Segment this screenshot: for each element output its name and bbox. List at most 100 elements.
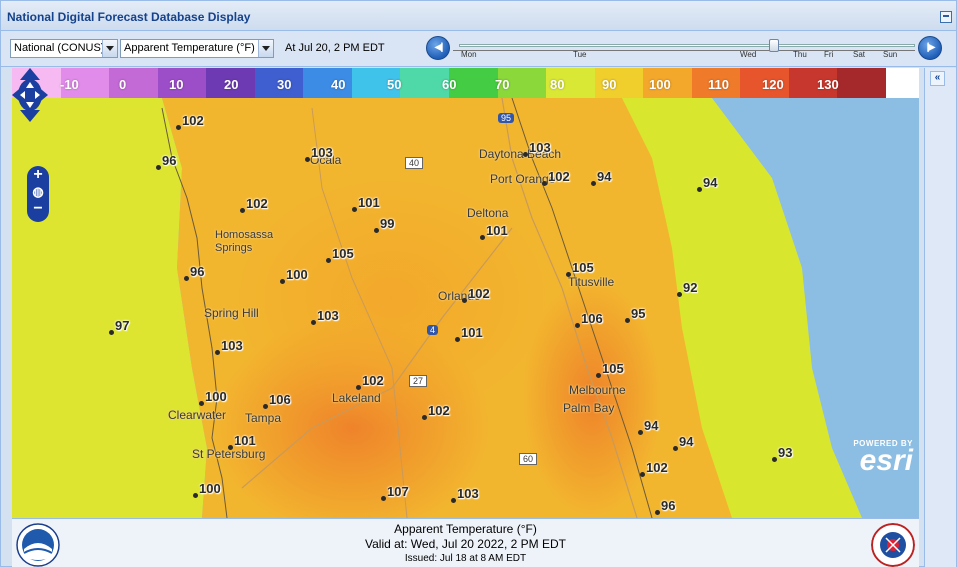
forecast-point[interactable] [228, 445, 233, 450]
element-select-value: Apparent Temperature (°F) [124, 42, 255, 54]
step-back-icon: ◀| [434, 42, 444, 53]
chevron-down-icon[interactable] [258, 40, 273, 57]
forecast-point[interactable] [455, 337, 460, 342]
forecast-point[interactable] [422, 415, 427, 420]
forecast-point[interactable] [311, 320, 316, 325]
forecast-point[interactable] [199, 401, 204, 406]
caption-issued: Issued: Jul 18 at 8 AM EDT [404, 553, 527, 564]
interstate-shield: 95 [498, 113, 515, 123]
forecast-point[interactable] [156, 165, 161, 170]
slider-track[interactable] [459, 44, 915, 47]
forecast-value: 102 [548, 169, 570, 184]
region-select[interactable]: National (CONUS) [10, 39, 118, 58]
forecast-value: 101 [358, 195, 380, 210]
zoom-out-button[interactable]: − [30, 201, 46, 218]
legend-label: 30 [277, 77, 292, 92]
forecast-point[interactable] [697, 187, 702, 192]
forecast-value: 99 [380, 216, 395, 231]
slider-thumb[interactable] [769, 39, 779, 52]
forecast-map[interactable]: -10 0 10 20 30 40 50 60 70 80 90 100 110 120 130 95 40… [12, 68, 919, 518]
forecast-value: 97 [115, 318, 130, 333]
legend-label: 60 [442, 77, 457, 92]
city-label: Lakeland [332, 391, 381, 405]
forecast-point[interactable] [480, 235, 485, 240]
day-label: Mon [461, 50, 477, 59]
legend-swatch [109, 68, 159, 98]
caption-valid-at: Valid at: Wed, Jul 20 2022, 2 PM EDT [365, 537, 566, 551]
highway-shield: 27 [409, 375, 428, 387]
forecast-value: 106 [269, 392, 291, 407]
legend-label: 40 [331, 77, 346, 92]
forecast-point[interactable] [673, 446, 678, 451]
temperature-legend: -10 0 10 20 30 40 50 60 70 80 90 100 110 120 130 [12, 68, 919, 98]
forecast-point[interactable] [374, 228, 379, 233]
forecast-value: 103 [221, 338, 243, 353]
forecast-value: 93 [778, 445, 793, 460]
forecast-point[interactable] [655, 510, 660, 515]
legend-label: -10 [60, 77, 79, 92]
forecast-point[interactable] [305, 157, 310, 162]
forecast-point[interactable] [542, 181, 547, 186]
forecast-point[interactable] [596, 373, 601, 378]
forecast-point[interactable] [638, 430, 643, 435]
forecast-value: 96 [162, 153, 177, 168]
forecast-point[interactable] [240, 208, 245, 213]
forecast-value: 102 [646, 460, 668, 475]
forecast-point[interactable] [280, 279, 285, 284]
day-label: Wed [740, 50, 757, 59]
forecast-point[interactable] [184, 276, 189, 281]
forecast-point[interactable] [215, 350, 220, 355]
forecast-point[interactable] [176, 125, 181, 130]
slider-ticks [453, 50, 915, 53]
gulf-forecast-area [12, 98, 207, 518]
next-time-button[interactable]: |▶ [918, 36, 942, 60]
day-label: Fri [824, 50, 834, 59]
forecast-value: 94 [679, 434, 694, 449]
weather-element-select[interactable]: Apparent Temperature (°F) [120, 39, 274, 58]
forecast-point[interactable] [772, 457, 777, 462]
toolbar: National (CONUS) Apparent Temperature (°… [1, 31, 956, 67]
forecast-point[interactable] [575, 323, 580, 328]
day-label: Sun [883, 50, 898, 59]
city-label: Homosassa Springs [215, 229, 274, 254]
collapse-panel-button[interactable] [940, 11, 952, 23]
title-bar: National Digital Forecast Database Displ… [1, 1, 956, 31]
forecast-point[interactable] [381, 496, 386, 501]
forecast-point[interactable] [640, 472, 645, 477]
forecast-value: 96 [661, 498, 676, 513]
city-label: Spring Hill [204, 306, 259, 320]
chevron-down-icon[interactable] [102, 40, 117, 57]
forecast-point[interactable] [193, 493, 198, 498]
previous-time-button[interactable]: ◀| [426, 36, 450, 60]
forecast-point[interactable] [591, 181, 596, 186]
app-window: National Digital Forecast Database Displ… [0, 0, 957, 567]
forecast-point[interactable] [462, 298, 467, 303]
forecast-point[interactable] [352, 207, 357, 212]
forecast-point[interactable] [523, 152, 528, 157]
legend-label: 10 [169, 77, 184, 92]
forecast-point[interactable] [677, 292, 682, 297]
forecast-value: 107 [387, 484, 409, 499]
forecast-point[interactable] [566, 272, 571, 277]
forecast-point[interactable] [263, 404, 268, 409]
forecast-point[interactable] [451, 498, 456, 503]
legend-swatch [837, 68, 887, 98]
forecast-value: 103 [457, 486, 479, 501]
time-slider[interactable]: Mon Tue Wed Thu Fri Sat Sun [453, 37, 915, 61]
expand-panel-button[interactable]: « [930, 71, 945, 86]
zoom-control: + ◍ − [27, 166, 49, 222]
legend-label: 20 [224, 77, 239, 92]
forecast-point[interactable] [109, 330, 114, 335]
forecast-point[interactable] [625, 318, 630, 323]
globe-icon[interactable]: ◍ [30, 185, 46, 201]
forecast-value: 105 [332, 246, 354, 261]
forecast-value: 94 [644, 418, 659, 433]
forecast-value: 92 [683, 280, 698, 295]
zoom-in-button[interactable]: + [30, 167, 46, 184]
forecast-point[interactable] [326, 258, 331, 263]
pan-control[interactable] [12, 68, 48, 122]
forecast-point[interactable] [356, 385, 361, 390]
window-title: National Digital Forecast Database Displ… [7, 10, 251, 24]
forecast-value: 96 [190, 264, 205, 279]
interstate-shield: 4 [427, 325, 439, 335]
